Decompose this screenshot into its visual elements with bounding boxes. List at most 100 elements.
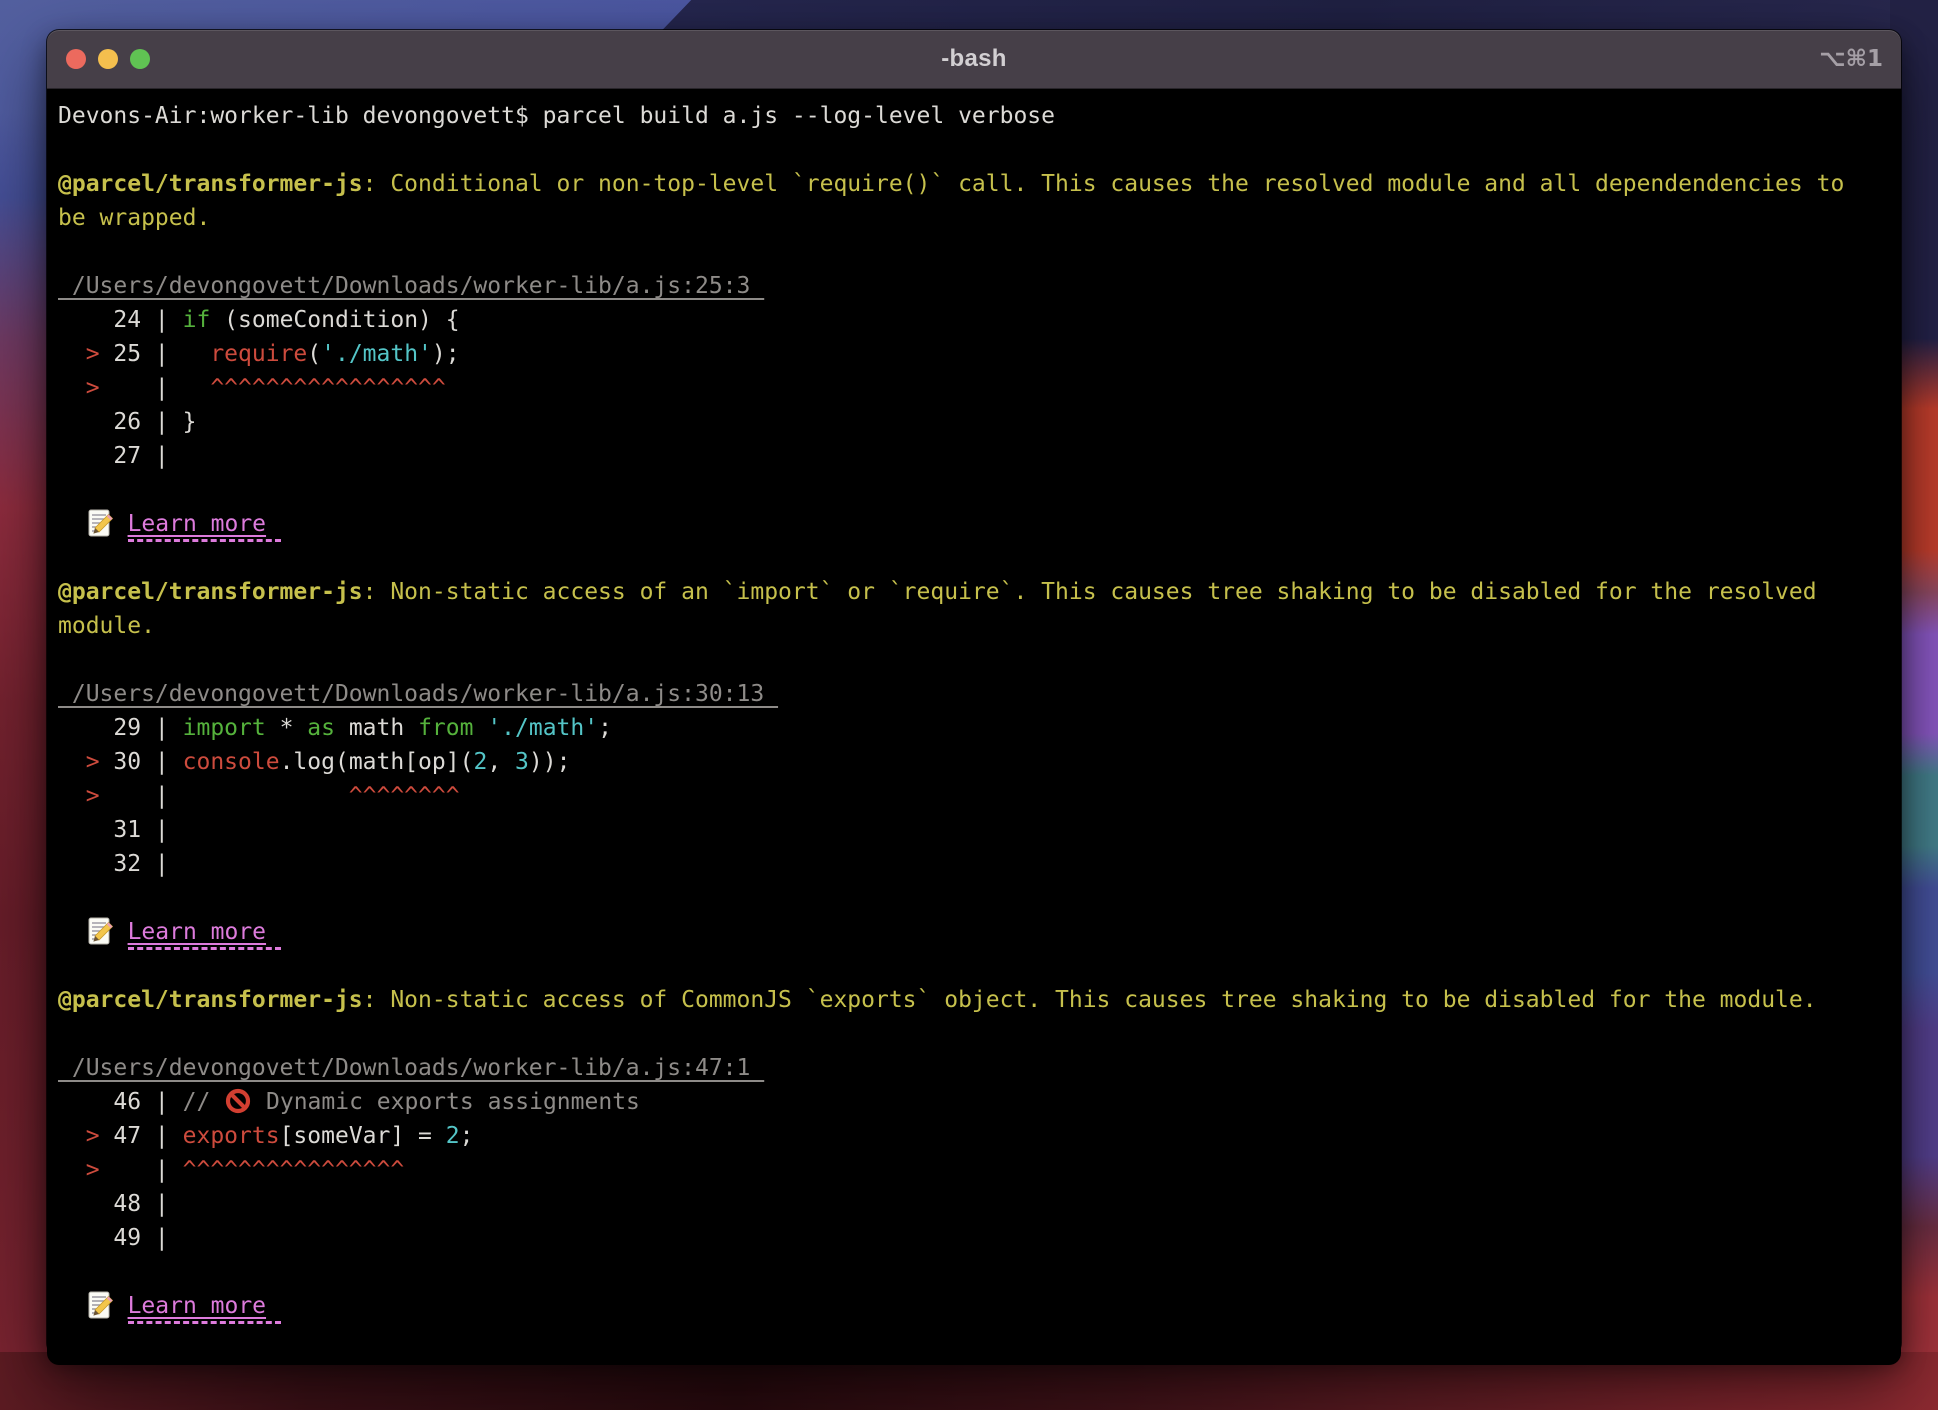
terminal-line: [58, 473, 1901, 507]
text-segment: ));: [529, 749, 571, 775]
text-segment: @parcel/transformer-js: [58, 171, 363, 197]
terminal-line: [58, 949, 1901, 983]
text-segment: ;: [460, 1123, 474, 1149]
text-segment: './math': [487, 715, 598, 741]
terminal-line: /Users/devongovett/Downloads/worker-lib/…: [58, 677, 1901, 711]
text-segment: ^^^^^^^^^^^^^^^^: [183, 1157, 405, 1183]
text-segment: [114, 511, 128, 537]
text-segment: 48 |: [58, 1191, 169, 1217]
text-segment: >: [58, 1157, 100, 1183]
terminal-output[interactable]: Devons-Air:worker-lib devongovett$ parce…: [47, 89, 1901, 1365]
text-segment: *: [266, 715, 308, 741]
terminal-line: @parcel/transformer-js: Non-static acces…: [58, 575, 1901, 609]
text-segment: Dynamic exports assignments: [252, 1089, 640, 1115]
terminal-window: -bash ⌥⌘1 Devons-Air:worker-lib devongov…: [47, 30, 1901, 1355]
terminal-line: Devons-Air:worker-lib devongovett$ parce…: [58, 99, 1901, 133]
text-segment: );: [432, 341, 460, 367]
text-segment: 27 |: [58, 443, 169, 469]
text-segment: /Users/devongovett/Downloads/worker-lib/…: [58, 273, 764, 299]
learn-more-link[interactable]: Learn more: [128, 511, 281, 542]
text-segment: Devons-Air:worker-lib devongovett$ parce…: [58, 103, 1055, 129]
terminal-line: 26 | }: [58, 405, 1901, 439]
text-segment: [114, 919, 128, 945]
text-segment: 30 |: [100, 749, 183, 775]
terminal-line: > 30 | console.log(math[op](2, 3));: [58, 745, 1901, 779]
text-segment: 2: [446, 1123, 460, 1149]
no-entry-icon: [224, 1086, 252, 1116]
text-segment: 24 |: [58, 307, 183, 333]
text-segment: [58, 511, 86, 537]
text-segment: 31 |: [58, 817, 169, 843]
text-segment: 2: [473, 749, 487, 775]
learn-more-link[interactable]: Learn more: [128, 1293, 281, 1324]
text-segment: |: [100, 783, 349, 809]
text-segment: [someVar] =: [280, 1123, 446, 1149]
terminal-line: 31 |: [58, 813, 1901, 847]
text-segment: require: [210, 341, 307, 367]
terminal-line: [58, 235, 1901, 269]
terminal-line: be wrapped.: [58, 201, 1901, 235]
window-shortcut-badge: ⌥⌘1: [1819, 46, 1883, 72]
text-segment: 25 |: [100, 341, 211, 367]
terminal-line: > 47 | exports[someVar] = 2;: [58, 1119, 1901, 1153]
text-segment: @parcel/transformer-js: [58, 579, 363, 605]
text-segment: exports: [183, 1123, 280, 1149]
terminal-line: > 25 | require('./math');: [58, 337, 1901, 371]
terminal-line: 48 |: [58, 1187, 1901, 1221]
window-titlebar[interactable]: -bash ⌥⌘1: [47, 30, 1901, 89]
text-segment: >: [58, 783, 100, 809]
terminal-line: [58, 133, 1901, 167]
text-segment: './math': [321, 341, 432, 367]
text-segment: |: [100, 1157, 183, 1183]
text-segment: module.: [58, 613, 155, 639]
text-segment: from: [418, 715, 473, 741]
text-segment: : Conditional or non-top-level `require(…: [363, 171, 1845, 197]
memo-icon: [86, 508, 114, 538]
terminal-line: 29 | import * as math from './math';: [58, 711, 1901, 745]
text-segment: 49 |: [58, 1225, 169, 1251]
terminal-line: @parcel/transformer-js: Non-static acces…: [58, 983, 1901, 1017]
text-segment: math: [335, 715, 418, 741]
text-segment: /Users/devongovett/Downloads/worker-lib/…: [58, 1055, 764, 1081]
terminal-line: Learn more: [58, 1289, 1901, 1323]
terminal-line: > | ^^^^^^^^^^^^^^^^^: [58, 371, 1901, 405]
text-segment: //: [183, 1089, 225, 1115]
text-segment: @parcel/transformer-js: [58, 987, 363, 1013]
terminal-line: 49 |: [58, 1221, 1901, 1255]
learn-more-link[interactable]: Learn more: [128, 919, 281, 950]
terminal-line: module.: [58, 609, 1901, 643]
text-segment: >: [58, 749, 100, 775]
memo-icon: [86, 916, 114, 946]
memo-icon: [86, 1290, 114, 1320]
text-segment: .log(math[op](: [280, 749, 474, 775]
terminal-line: 27 |: [58, 439, 1901, 473]
text-segment: [114, 1293, 128, 1319]
text-segment: 32 |: [58, 851, 169, 877]
terminal-line: /Users/devongovett/Downloads/worker-lib/…: [58, 1051, 1901, 1085]
text-segment: ^^^^^^^^^^^^^^^^^: [210, 375, 445, 401]
terminal-line: [58, 1017, 1901, 1051]
terminal-line: Learn more: [58, 507, 1901, 541]
terminal-line: /Users/devongovett/Downloads/worker-lib/…: [58, 269, 1901, 303]
terminal-line: Learn more: [58, 915, 1901, 949]
text-segment: 26 | }: [58, 409, 196, 435]
text-segment: : Non-static access of an `import` or `r…: [363, 579, 1817, 605]
terminal-line: [58, 1255, 1901, 1289]
text-segment: |: [100, 375, 211, 401]
text-segment: (someCondition) {: [210, 307, 459, 333]
window-title: -bash: [47, 45, 1901, 73]
text-segment: 47 |: [100, 1123, 183, 1149]
text-segment: [58, 1293, 86, 1319]
text-segment: ;: [598, 715, 612, 741]
text-segment: ^^^^^^^^: [349, 783, 460, 809]
terminal-line: @parcel/transformer-js: Conditional or n…: [58, 167, 1901, 201]
text-segment: [473, 715, 487, 741]
terminal-line: [58, 881, 1901, 915]
text-segment: 3: [515, 749, 529, 775]
text-segment: ,: [487, 749, 515, 775]
text-segment: be wrapped.: [58, 205, 210, 231]
text-segment: as: [307, 715, 335, 741]
terminal-line: [58, 541, 1901, 575]
text-segment: : Non-static access of CommonJS `exports…: [363, 987, 1817, 1013]
text-segment: import: [183, 715, 266, 741]
